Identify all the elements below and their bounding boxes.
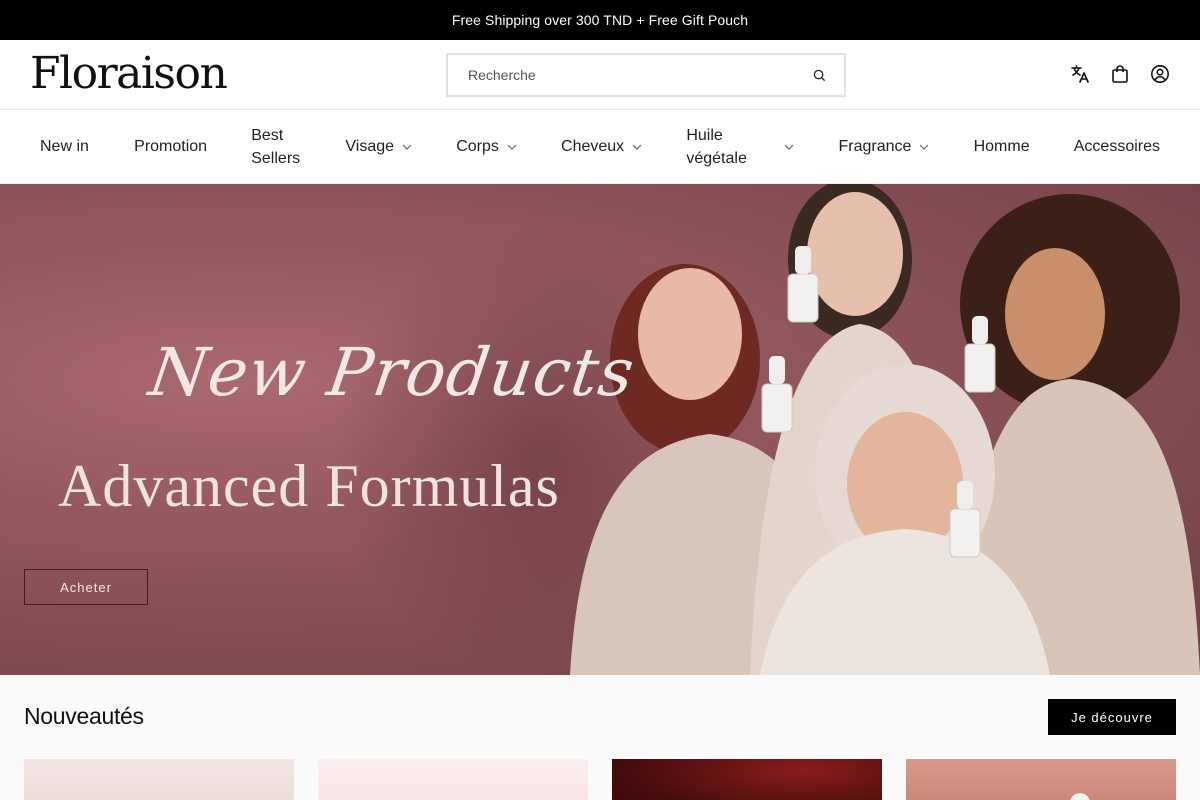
logo[interactable]: Floraison xyxy=(30,48,228,99)
chevron-down-icon xyxy=(919,142,929,152)
nav-item-best-sellers[interactable]: Best Sellers xyxy=(251,124,301,170)
hero-models-image xyxy=(570,184,1200,675)
chevron-down-icon xyxy=(632,142,642,152)
nav-item-corps[interactable]: Corps xyxy=(456,135,517,158)
announcement-bar: Free Shipping over 300 TND + Free Gift P… xyxy=(0,0,1200,40)
nav-item-huile-vegetale[interactable]: Huile végétale xyxy=(686,124,794,170)
product-card[interactable] xyxy=(906,759,1176,800)
product-card[interactable] xyxy=(612,759,882,800)
shop-button[interactable]: Acheter xyxy=(24,569,148,605)
nav-item-new-in[interactable]: New in xyxy=(40,135,90,158)
nav-item-visage[interactable]: Visage xyxy=(345,135,412,158)
product-image-detail xyxy=(1070,793,1090,800)
account-icon[interactable] xyxy=(1150,64,1170,84)
search-box[interactable] xyxy=(446,53,846,97)
discover-button[interactable]: Je découvre xyxy=(1048,699,1176,735)
chevron-down-icon xyxy=(402,142,412,152)
product-card[interactable] xyxy=(318,759,588,800)
nav-item-accessoires[interactable]: Accessoires xyxy=(1074,135,1160,158)
chevron-down-icon xyxy=(784,142,794,152)
new-arrivals-section: Nouveautés Je découvre xyxy=(0,675,1200,800)
site-header: Floraison xyxy=(0,40,1200,110)
hero-script-text: New Products xyxy=(144,334,640,411)
translate-icon[interactable] xyxy=(1070,64,1090,84)
chevron-down-icon xyxy=(507,142,517,152)
hero-title: Advanced Formulas xyxy=(58,453,560,519)
product-card[interactable] xyxy=(24,759,294,800)
nav-item-promotion[interactable]: Promotion xyxy=(134,135,207,158)
section-title: Nouveautés xyxy=(24,703,144,729)
nav-item-homme[interactable]: Homme xyxy=(974,135,1030,158)
search-icon[interactable] xyxy=(812,68,826,82)
search-input[interactable] xyxy=(468,67,812,83)
nav-item-cheveux[interactable]: Cheveux xyxy=(561,135,642,158)
hero-banner: New Products Advanced Formulas Acheter xyxy=(0,184,1200,675)
main-nav: New in Promotion Best Sellers Visage Cor… xyxy=(0,110,1200,184)
shopping-bag-icon[interactable] xyxy=(1110,64,1130,84)
nav-item-fragrance[interactable]: Fragrance xyxy=(839,135,930,158)
announcement-text: Free Shipping over 300 TND + Free Gift P… xyxy=(451,12,749,28)
product-cards xyxy=(24,759,1176,800)
